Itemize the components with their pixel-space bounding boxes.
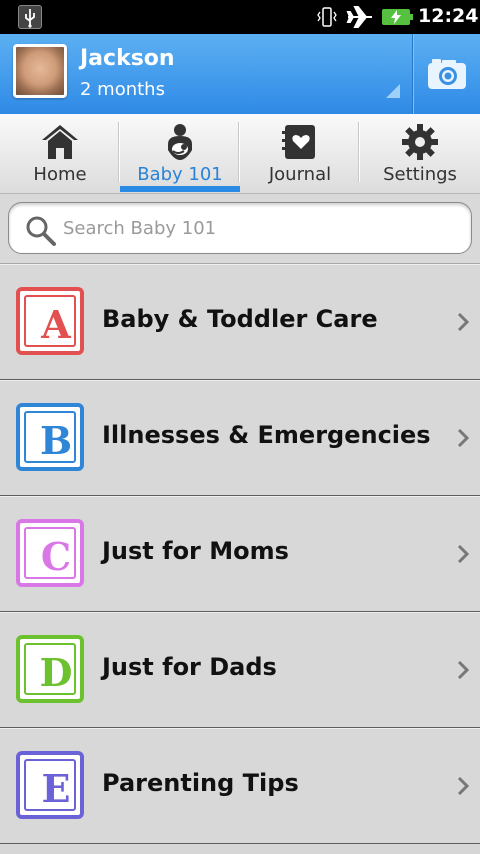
tab-home[interactable]: Home — [0, 114, 120, 194]
gear-icon — [400, 122, 440, 162]
block-letter: A — [41, 302, 71, 347]
list-item-label: Just for Dads — [102, 653, 277, 681]
tab-journal-label: Journal — [268, 164, 332, 185]
letter-block-a-icon: A — [16, 287, 84, 355]
list-item-just-for-moms[interactable]: C Just for Moms — [0, 496, 480, 612]
child-name[interactable]: Jackson — [80, 46, 175, 71]
list-item-baby-toddler-care[interactable]: A Baby & Toddler Care — [0, 264, 480, 380]
status-bar: 12:24 — [0, 0, 480, 34]
usb-icon — [18, 5, 42, 29]
list-item-just-for-dads[interactable]: D Just for Dads — [0, 612, 480, 728]
search-area: Search Baby 101 — [0, 194, 480, 264]
chevron-right-icon — [457, 776, 470, 796]
list-item-label: Parenting Tips — [102, 769, 299, 797]
block-letter: D — [39, 650, 73, 695]
camera-button[interactable] — [414, 34, 480, 114]
list-item-label: Illnesses & Emergencies — [102, 421, 431, 449]
letter-block-e-icon: E — [16, 751, 84, 819]
tab-baby-101-label: Baby 101 — [137, 164, 223, 185]
status-clock: 12:24 — [418, 5, 479, 27]
camera-icon — [428, 59, 466, 89]
letter-block-b-icon: B — [16, 403, 84, 471]
search-input[interactable]: Search Baby 101 — [8, 202, 472, 254]
tab-journal[interactable]: Journal — [240, 114, 360, 194]
list-item-parenting-tips[interactable]: E Parenting Tips — [0, 728, 480, 844]
tab-home-label: Home — [33, 164, 87, 185]
airplane-icon — [346, 4, 374, 30]
list-item-label: Just for Moms — [102, 537, 289, 565]
search-placeholder: Search Baby 101 — [63, 218, 217, 239]
tab-settings[interactable]: Settings — [360, 114, 480, 194]
category-list: A Baby & Toddler Care B Illnesses & Emer… — [0, 264, 480, 844]
tab-bar: Home Baby 101 Journal Settings — [0, 114, 480, 194]
search-icon — [26, 216, 56, 246]
vibrate-icon — [316, 6, 338, 28]
letter-block-d-icon: D — [16, 635, 84, 703]
battery-charging-icon — [382, 9, 413, 25]
block-letter: B — [39, 418, 73, 463]
letter-block-c-icon: C — [16, 519, 84, 587]
block-letter: E — [41, 766, 71, 811]
journal-icon — [280, 122, 320, 162]
child-age: 2 months — [80, 79, 165, 100]
dropdown-indicator-icon[interactable] — [386, 84, 400, 98]
active-tab-indicator — [120, 186, 240, 192]
tab-baby-101[interactable]: Baby 101 — [120, 114, 240, 194]
list-item-illnesses-emergencies[interactable]: B Illnesses & Emergencies — [0, 380, 480, 496]
chevron-right-icon — [457, 660, 470, 680]
chevron-right-icon — [457, 312, 470, 332]
block-letter: C — [40, 534, 72, 579]
list-item-label: Baby & Toddler Care — [102, 305, 378, 333]
tab-settings-label: Settings — [383, 164, 457, 185]
avatar[interactable] — [13, 44, 67, 98]
baby-icon — [160, 122, 200, 162]
home-icon — [40, 122, 80, 162]
child-header[interactable]: Jackson 2 months — [0, 34, 480, 114]
chevron-right-icon — [457, 428, 470, 448]
chevron-right-icon — [457, 544, 470, 564]
